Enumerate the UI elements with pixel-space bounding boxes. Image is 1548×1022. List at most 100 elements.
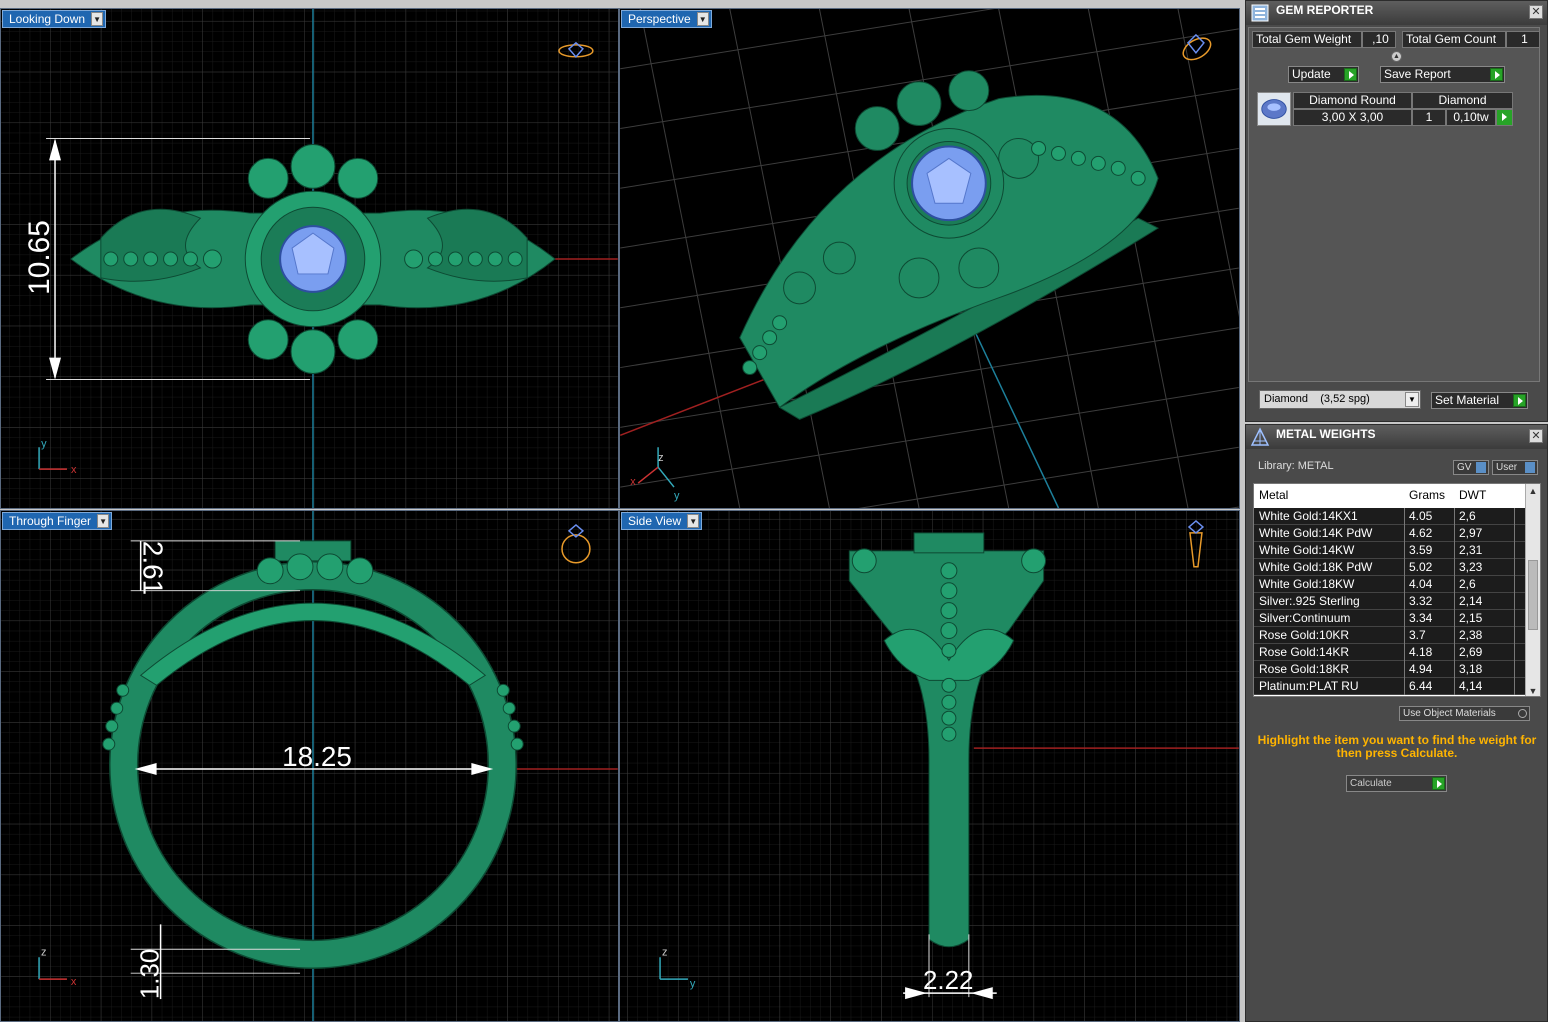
viewport-through-finger[interactable]: 18.25 2.61 1.30 z x Through Finger ▼: [0, 510, 619, 1022]
metal-table-row[interactable]: Silver:.925 Sterling 3.32 2,14: [1254, 593, 1526, 610]
column-divider: [1454, 576, 1455, 593]
calculate-button[interactable]: Calculate: [1346, 775, 1447, 792]
metal-name: Rose Gold:18KR: [1259, 662, 1350, 676]
total-gem-count-value: 1: [1506, 31, 1540, 48]
column-divider: [1404, 559, 1405, 576]
chevron-down-icon[interactable]: ▼: [687, 514, 700, 528]
metal-table-row[interactable]: White Gold:18K PdW 5.02 3,23: [1254, 559, 1526, 576]
gem-thumbnail: [1257, 92, 1291, 126]
metal-table-row[interactable]: Rose Gold:10KR 3.7 2,38: [1254, 627, 1526, 644]
column-divider: [1514, 661, 1515, 678]
svg-text:z: z: [41, 946, 46, 958]
chevron-down-icon[interactable]: ▼: [1528, 686, 1538, 696]
metal-name: Platinum:PLAT RU: [1259, 679, 1359, 693]
gem-reporter-titlebar[interactable]: GEM REPORTER: [1246, 1, 1547, 25]
save-report-button[interactable]: Save Report: [1380, 66, 1505, 83]
collapse-icon[interactable]: ▲: [1391, 51, 1402, 62]
use-object-materials-toggle[interactable]: Use Object Materials: [1399, 706, 1530, 721]
chevron-up-icon[interactable]: ▲: [1528, 486, 1538, 496]
gem-list-row[interactable]: Diamond Round Diamond 3,00 X 3,00 1 0,10…: [1257, 92, 1513, 126]
svg-text:y: y: [674, 490, 680, 502]
viewport-looking-down[interactable]: 10.65 y x Looking Down ▼: [0, 8, 619, 509]
gem-name: Diamond Round: [1293, 92, 1412, 109]
chevron-down-icon[interactable]: ▼: [91, 12, 104, 26]
column-divider: [1404, 610, 1405, 627]
column-divider: [1514, 542, 1515, 559]
column-divider: [1454, 542, 1455, 559]
viewport-label-perspective[interactable]: Perspective ▼: [621, 10, 712, 28]
column-divider: [1514, 644, 1515, 661]
column-divider: [1454, 627, 1455, 644]
play-icon: [1490, 68, 1503, 81]
metal-table-row[interactable]: Rose Gold:18KR 4.94 3,18: [1254, 661, 1526, 678]
metal-weights-titlebar[interactable]: METAL WEIGHTS: [1246, 425, 1547, 449]
metal-grams: 5.02: [1409, 560, 1433, 574]
chevron-down-icon[interactable]: ▼: [696, 12, 709, 26]
gem-expand-button[interactable]: [1496, 109, 1513, 126]
column-divider: [1404, 644, 1405, 661]
column-divider: [1454, 678, 1455, 695]
material-select[interactable]: Diamond (3,52 spg) ▼: [1259, 390, 1421, 409]
column-divider: [1454, 508, 1455, 525]
column-divider: [1404, 627, 1405, 644]
metal-table-row[interactable]: White Gold:14KX1 4.05 2,6: [1254, 508, 1526, 525]
column-divider: [1514, 508, 1515, 525]
metal-table-scrollbar[interactable]: ▲ ▼: [1525, 484, 1540, 696]
column-divider: [1454, 559, 1455, 576]
toggle-icon: [1518, 709, 1527, 718]
svg-text:x: x: [71, 976, 77, 988]
viewport-perspective[interactable]: z y x Perspective ▼: [619, 8, 1240, 509]
viewport-label-looking-down[interactable]: Looking Down ▼: [2, 10, 107, 28]
total-gem-weight-label: Total Gem Weight: [1252, 31, 1362, 48]
ring-perspective: [739, 70, 1160, 420]
gem-size: 3,00 X 3,00: [1293, 109, 1412, 126]
column-divider: [1514, 678, 1515, 695]
metal-dwt: 3,18: [1459, 662, 1483, 676]
through-finger-scene: 18.25 2.61 1.30 z x: [1, 511, 618, 1021]
metal-table-row[interactable]: Silver:Continuum 3.34 2,15: [1254, 610, 1526, 627]
gv-toggle[interactable]: GV: [1453, 460, 1489, 475]
column-divider: [1404, 678, 1405, 695]
metal-dwt: 2,69: [1459, 645, 1483, 659]
metal-dwt: 2,15: [1459, 611, 1483, 625]
set-material-button[interactable]: Set Material: [1431, 392, 1528, 409]
metal-table-row[interactable]: White Gold:14K PdW 4.62 2,97: [1254, 525, 1526, 542]
metal-table-row[interactable]: Rose Gold:14KR 4.18 2,69: [1254, 644, 1526, 661]
metal-weights-table[interactable]: Metal Grams DWT White Gold:14KX1 4.05 2,6 W…: [1253, 483, 1541, 697]
metal-grams: 6.44: [1409, 679, 1433, 693]
gem-type: Diamond: [1412, 92, 1513, 109]
column-divider: [1514, 593, 1515, 610]
close-icon[interactable]: ✕: [1529, 5, 1543, 19]
side-view-scene: 2.22 z y: [620, 511, 1239, 1021]
chevron-down-icon[interactable]: ▼: [97, 514, 110, 528]
metal-table-row[interactable]: Platinum:PLAT RU 6.44 4,14: [1254, 678, 1526, 695]
viewport-label-side-view[interactable]: Side View ▼: [621, 512, 703, 530]
svg-text:x: x: [71, 464, 77, 476]
svg-text:y: y: [690, 978, 696, 990]
metal-table-row[interactable]: White Gold:14KW 3.59 2,31: [1254, 542, 1526, 559]
viewport-label-through-finger[interactable]: Through Finger ▼: [2, 512, 113, 530]
metal-grams: 3.32: [1409, 594, 1433, 608]
perspective-scene: z y x: [620, 9, 1239, 508]
play-icon: [1344, 68, 1357, 81]
metal-table-row[interactable]: White Gold:18KW 4.04 2,6: [1254, 576, 1526, 593]
close-icon[interactable]: ✕: [1529, 429, 1543, 443]
svg-text:z: z: [662, 946, 667, 958]
metal-name: Silver:Continuum: [1259, 611, 1351, 625]
viewport-side-view[interactable]: 2.22 z y Side View ▼: [619, 510, 1240, 1022]
column-divider: [1454, 525, 1455, 542]
metal-weights-title: METAL WEIGHTS: [1276, 427, 1376, 441]
column-divider: [1454, 644, 1455, 661]
metal-grams: 4.04: [1409, 577, 1433, 591]
metal-name: Rose Gold:10KR: [1259, 628, 1350, 642]
gem-count: 1: [1412, 109, 1446, 126]
column-divider: [1404, 661, 1405, 678]
total-gem-weight-value: ,10: [1362, 31, 1396, 48]
column-divider: [1454, 610, 1455, 627]
update-button[interactable]: Update: [1288, 66, 1359, 83]
calculate-hint: Highlight the item you want to find the …: [1257, 733, 1537, 760]
scroll-thumb[interactable]: [1528, 560, 1538, 630]
metal-dwt: 2,14: [1459, 594, 1483, 608]
chevron-down-icon: ▼: [1405, 392, 1419, 407]
user-toggle[interactable]: User: [1492, 460, 1538, 475]
